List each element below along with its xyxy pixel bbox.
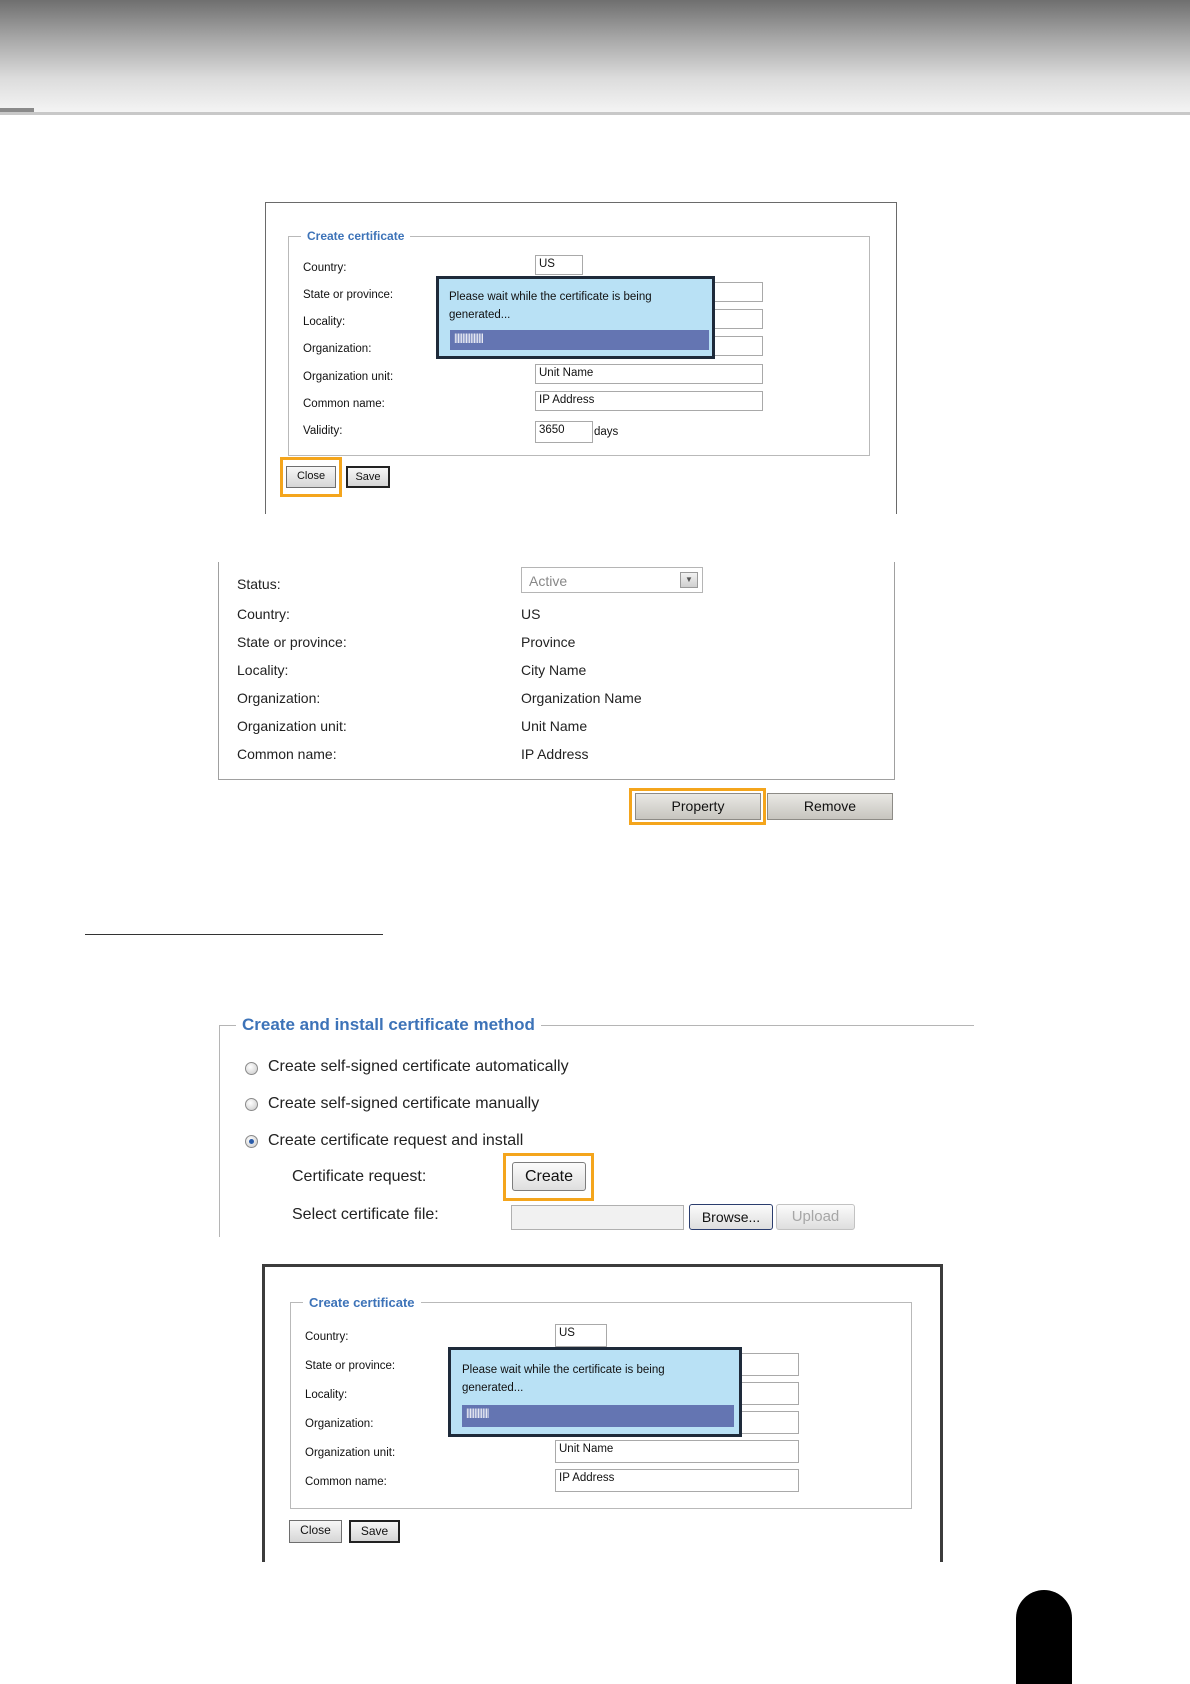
locality-label: Locality: — [305, 1389, 348, 1401]
generating-popup: Please wait while the certificate is bei… — [436, 276, 715, 359]
create-certificate-dialog-2: Create certificate Country: State or pro… — [262, 1264, 943, 1562]
fieldset-legend: Create certificate — [303, 1295, 421, 1310]
organization-unit-field[interactable]: Unit Name — [555, 1440, 799, 1463]
page-header-band — [0, 0, 1190, 115]
validity-unit: days — [594, 426, 619, 438]
common-name-value: IP Address — [521, 746, 589, 762]
save-button[interactable]: Save — [346, 466, 390, 488]
upload-button[interactable]: Upload — [776, 1204, 855, 1230]
locality-label: Locality: — [303, 316, 346, 328]
create-button[interactable]: Create — [512, 1162, 586, 1191]
status-select-value: Active — [529, 573, 568, 589]
header-notch — [0, 108, 34, 112]
state-label: State or province: — [237, 634, 347, 650]
option-request-and-install[interactable]: Create certificate request and install — [268, 1132, 523, 1150]
locality-value: City Name — [521, 662, 587, 678]
popup-message: Please wait while the certificate is bei… — [449, 291, 652, 321]
certificate-info-panel: Status: Country: State or province: Loca… — [218, 562, 895, 780]
country-field[interactable]: US — [535, 255, 583, 275]
radio-self-signed-manual[interactable] — [245, 1098, 258, 1111]
remove-button[interactable]: Remove — [767, 793, 893, 820]
create-certificate-dialog-1: Create certificate Country: State or pro… — [265, 202, 897, 514]
common-name-label: Common name: — [303, 398, 385, 410]
close-button[interactable]: Close — [286, 466, 336, 488]
common-name-field[interactable]: IP Address — [535, 391, 763, 411]
organization-unit-field[interactable]: Unit Name — [535, 364, 763, 384]
country-label: Country: — [237, 606, 290, 622]
common-name-label: Common name: — [305, 1476, 387, 1488]
organization-label: Organization: — [303, 343, 372, 355]
generating-popup: Please wait while the certificate is bei… — [448, 1347, 742, 1437]
validity-field[interactable]: 3650 — [535, 421, 593, 443]
progress-bar: |||||||||||||||||| — [450, 330, 709, 350]
chevron-down-icon: ▼ — [680, 572, 698, 588]
page-number-tab — [1016, 1590, 1072, 1684]
state-label: State or province: — [305, 1360, 396, 1372]
close-button[interactable]: Close — [289, 1520, 342, 1543]
install-method-legend: Create and install certificate method — [236, 1015, 541, 1035]
common-name-field[interactable]: IP Address — [555, 1469, 799, 1492]
common-name-label: Common name: — [237, 746, 337, 762]
organization-value: Organization Name — [521, 690, 642, 706]
popup-message: Please wait while the certificate is bei… — [462, 1364, 665, 1394]
country-label: Country: — [305, 1331, 349, 1343]
status-select[interactable]: Active ▼ — [521, 567, 703, 593]
organization-unit-value: Unit Name — [521, 718, 588, 734]
organization-label: Organization: — [237, 690, 321, 706]
progress-bar: |||||||||||||| — [462, 1405, 734, 1427]
save-button[interactable]: Save — [349, 1520, 400, 1543]
country-label: Country: — [303, 262, 347, 274]
property-button[interactable]: Property — [635, 793, 761, 820]
status-label: Status: — [237, 576, 281, 592]
organization-unit-label: Organization unit: — [237, 718, 347, 734]
fieldset-legend: Create certificate — [301, 229, 411, 243]
certificate-request-label: Certificate request: — [292, 1168, 427, 1185]
browse-button[interactable]: Browse... — [689, 1204, 773, 1230]
country-value: US — [521, 606, 541, 622]
select-certificate-file-label: Select certificate file: — [292, 1206, 439, 1223]
radio-request-and-install[interactable] — [245, 1135, 258, 1148]
option-self-signed-auto[interactable]: Create self-signed certificate automatic… — [268, 1058, 569, 1076]
country-field[interactable]: US — [555, 1324, 607, 1347]
organization-label: Organization: — [305, 1418, 374, 1430]
state-value: Province — [521, 634, 576, 650]
option-self-signed-manual[interactable]: Create self-signed certificate manually — [268, 1095, 539, 1113]
organization-unit-label: Organization unit: — [303, 371, 394, 383]
validity-label: Validity: — [303, 425, 343, 437]
radio-self-signed-auto[interactable] — [245, 1062, 258, 1075]
certificate-file-field[interactable] — [511, 1205, 684, 1230]
state-label: State or province: — [303, 289, 394, 301]
organization-unit-label: Organization unit: — [305, 1447, 396, 1459]
locality-label: Locality: — [237, 662, 289, 678]
section-divider — [85, 934, 383, 935]
